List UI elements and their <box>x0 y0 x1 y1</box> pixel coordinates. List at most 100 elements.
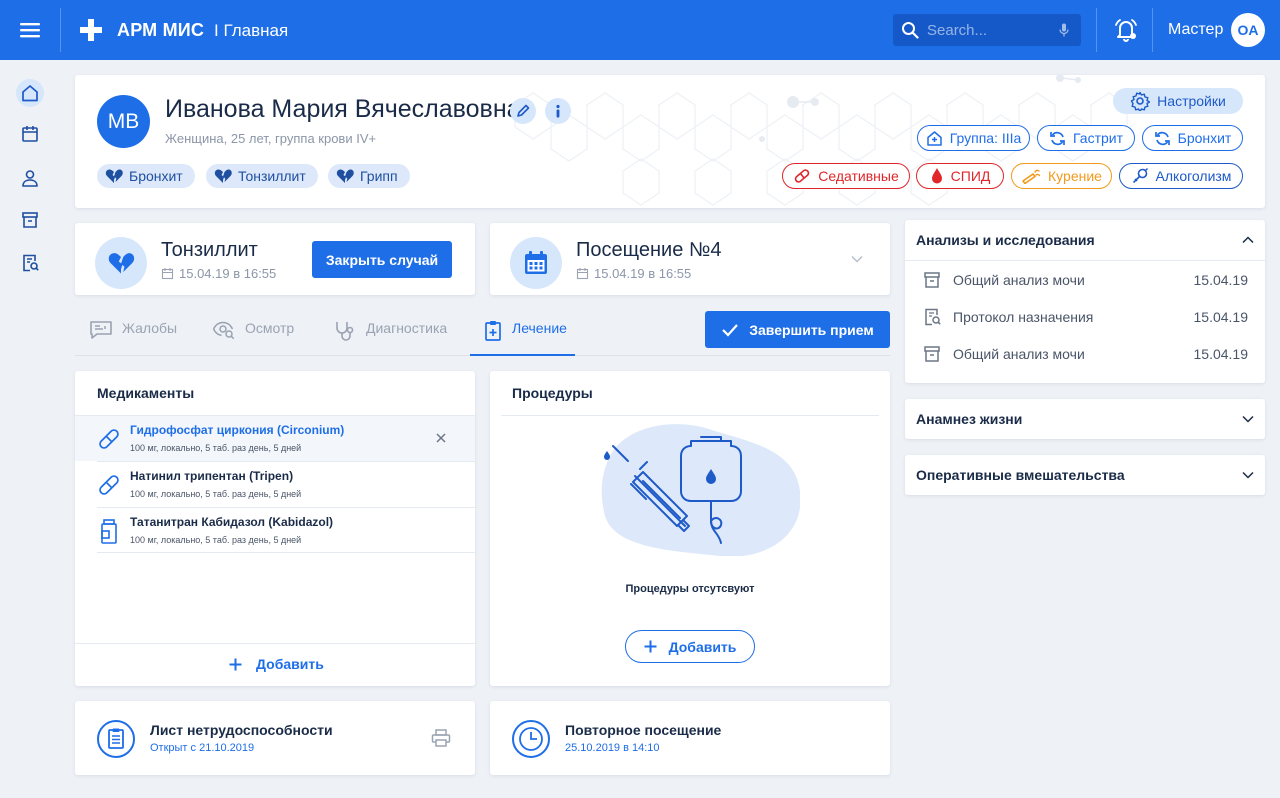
patient-info-button[interactable] <box>545 98 571 124</box>
sick-leave-title: Лист нетрудоспособности <box>150 722 333 738</box>
chevron-down-icon[interactable] <box>1241 470 1255 480</box>
medication-name[interactable]: Натинил трипентан (Tripen) <box>130 469 293 483</box>
breadcrumb[interactable]: I Главная <box>214 21 288 41</box>
sidebar-item-patient[interactable] <box>16 164 44 192</box>
search-box[interactable] <box>893 14 1081 46</box>
clipboard-plus-icon <box>483 320 503 342</box>
close-icon[interactable] <box>436 433 446 443</box>
tab-diagnostics[interactable]: Диагностика <box>333 312 463 356</box>
case-title: Тонзиллит <box>161 239 258 261</box>
calendar-icon <box>20 124 40 144</box>
diagnosis-chip[interactable]: Тонзиллит <box>206 164 318 188</box>
add-medication-button[interactable]: Добавить <box>229 656 324 672</box>
case-card: Тонзиллит 15.04.19 в 16:55 Закрыть случа… <box>75 223 475 295</box>
risk-tag-smoking[interactable]: Курение <box>1011 163 1112 189</box>
add-procedure-label: Добавить <box>668 638 737 655</box>
broken-heart-icon <box>107 251 135 275</box>
analysis-date: 15.04.19 <box>1193 346 1249 362</box>
risk-tag-aids[interactable]: СПИД <box>916 163 1004 189</box>
risk-tag-label: Седативные <box>818 168 899 184</box>
divider <box>75 643 475 644</box>
diagnosis-chip[interactable]: Бронхит <box>97 164 195 188</box>
group-tag[interactable]: Группа: IIIa <box>917 125 1030 151</box>
stethoscope-icon <box>333 320 357 342</box>
chevron-down-icon[interactable] <box>850 254 864 264</box>
settings-button[interactable]: Настройки <box>1113 88 1243 114</box>
medication-name[interactable]: Гидрофосфат циркония (Circonium) <box>130 423 344 437</box>
plus-icon <box>644 640 657 653</box>
menu-icon[interactable] <box>18 20 42 40</box>
user-avatar[interactable]: OA <box>1231 13 1265 47</box>
edit-patient-button[interactable] <box>510 98 536 124</box>
chronic-tag[interactable]: Бронхит <box>1142 125 1243 151</box>
diagnosis-label: Бронхит <box>129 168 183 184</box>
tab-examination[interactable]: Осмотр <box>212 312 312 356</box>
sidebar-item-archive[interactable] <box>16 206 44 234</box>
diagnosis-label: Тонзиллит <box>238 168 306 184</box>
analysis-row[interactable]: Общий анализ мочи 15.04.19 <box>905 336 1265 372</box>
medication-row[interactable]: Татанитран Кабидазол (Kabidazol) 100 мг,… <box>97 507 475 553</box>
sidebar-item-calendar[interactable] <box>16 120 44 148</box>
revisit-date: 25.10.2019 в 14:10 <box>565 742 660 754</box>
user-name[interactable]: Мастер <box>1168 21 1223 39</box>
chronic-tag[interactable]: Гастрит <box>1037 125 1135 151</box>
finish-visit-button[interactable]: Завершить прием <box>705 311 890 348</box>
speech-bubble-icon <box>89 320 113 340</box>
tab-complaints[interactable]: Жалобы <box>89 312 189 356</box>
analysis-row[interactable]: Протокол назначения 15.04.19 <box>905 299 1265 335</box>
analyses-title[interactable]: Анализы и исследования <box>916 232 1095 248</box>
gear-icon <box>1130 91 1151 111</box>
sidebar-item-documents[interactable] <box>16 249 44 277</box>
close-case-button[interactable]: Закрыть случай <box>312 241 452 278</box>
analyses-card: Анализы и исследования Общий анализ мочи… <box>905 220 1265 383</box>
house-plus-icon <box>926 130 943 147</box>
risk-tag-alcoholism[interactable]: Алкоголизм <box>1119 163 1243 189</box>
patient-info: Женщина, 25 лет, группа крови IV+ <box>165 131 377 146</box>
add-procedure-button[interactable]: Добавить <box>625 630 755 663</box>
visit-date-text: 15.04.19 в 16:55 <box>594 266 692 281</box>
surgery-accordion[interactable]: Оперативные вмешательства <box>905 455 1265 495</box>
medication-dosage: 100 мг, локально, 5 таб. раз день, 5 дне… <box>130 535 302 545</box>
diagnosis-chip[interactable]: Грипп <box>328 164 410 188</box>
tab-label: Осмотр <box>245 320 295 336</box>
medication-row[interactable]: Натинил трипентан (Tripen) 100 мг, локал… <box>97 461 475 507</box>
archive-icon <box>20 210 40 230</box>
risk-tag-label: Курение <box>1048 168 1102 184</box>
refresh-icon <box>1154 130 1171 147</box>
chevron-down-icon[interactable] <box>1241 414 1255 424</box>
medication-row[interactable]: Гидрофосфат циркония (Circonium) 100 мг,… <box>75 415 475 461</box>
clock-icon <box>511 719 551 759</box>
visit-title: Посещение №4 <box>576 239 722 261</box>
search-input[interactable] <box>927 20 1047 40</box>
anamnesis-accordion[interactable]: Анамнез жизни <box>905 399 1265 439</box>
revisit-card[interactable]: Повторное посещение 25.10.2019 в 14:10 <box>490 701 890 775</box>
revisit-title: Повторное посещение <box>565 722 722 738</box>
analysis-name: Общий анализ мочи <box>953 346 1085 362</box>
calendar-icon <box>576 267 589 280</box>
patient-avatar: MB <box>97 95 150 148</box>
analysis-row[interactable]: Общий анализ мочи 15.04.19 <box>905 262 1265 298</box>
tab-label: Жалобы <box>122 320 178 336</box>
sick-leave-card[interactable]: Лист нетрудоспособности Открыт с 21.10.2… <box>75 701 475 775</box>
chevron-up-icon[interactable] <box>1241 235 1255 245</box>
divider <box>905 260 1265 261</box>
procedures-empty-text: Процедуры отсутсвуют <box>625 583 755 595</box>
pencil-icon <box>516 104 530 118</box>
procedures-card: Процедуры Процедуры отсутсвуют Добавить <box>490 371 890 686</box>
medications-title: Медикаменты <box>97 385 195 401</box>
capsule-icon <box>793 167 811 185</box>
tab-label: Диагностика <box>366 320 448 336</box>
risk-tag-sedatives[interactable]: Седативные <box>782 163 910 189</box>
sick-leave-status: Открыт с 21.10.2019 <box>150 742 255 754</box>
microphone-icon[interactable] <box>1059 23 1069 37</box>
tab-treatment[interactable]: Лечение <box>470 312 575 356</box>
search-icon <box>901 21 919 39</box>
bottle-glass-icon <box>1131 167 1149 185</box>
visit-card[interactable]: Посещение №4 15.04.19 в 16:55 <box>490 223 890 295</box>
alarm-bell-icon[interactable] <box>1113 17 1139 43</box>
sidebar-item-home[interactable] <box>16 79 44 107</box>
refresh-icon <box>1049 130 1066 147</box>
medication-name[interactable]: Татанитран Кабидазол (Kabidazol) <box>130 515 333 529</box>
printer-icon[interactable] <box>431 729 451 747</box>
cigarette-icon <box>1021 168 1041 184</box>
